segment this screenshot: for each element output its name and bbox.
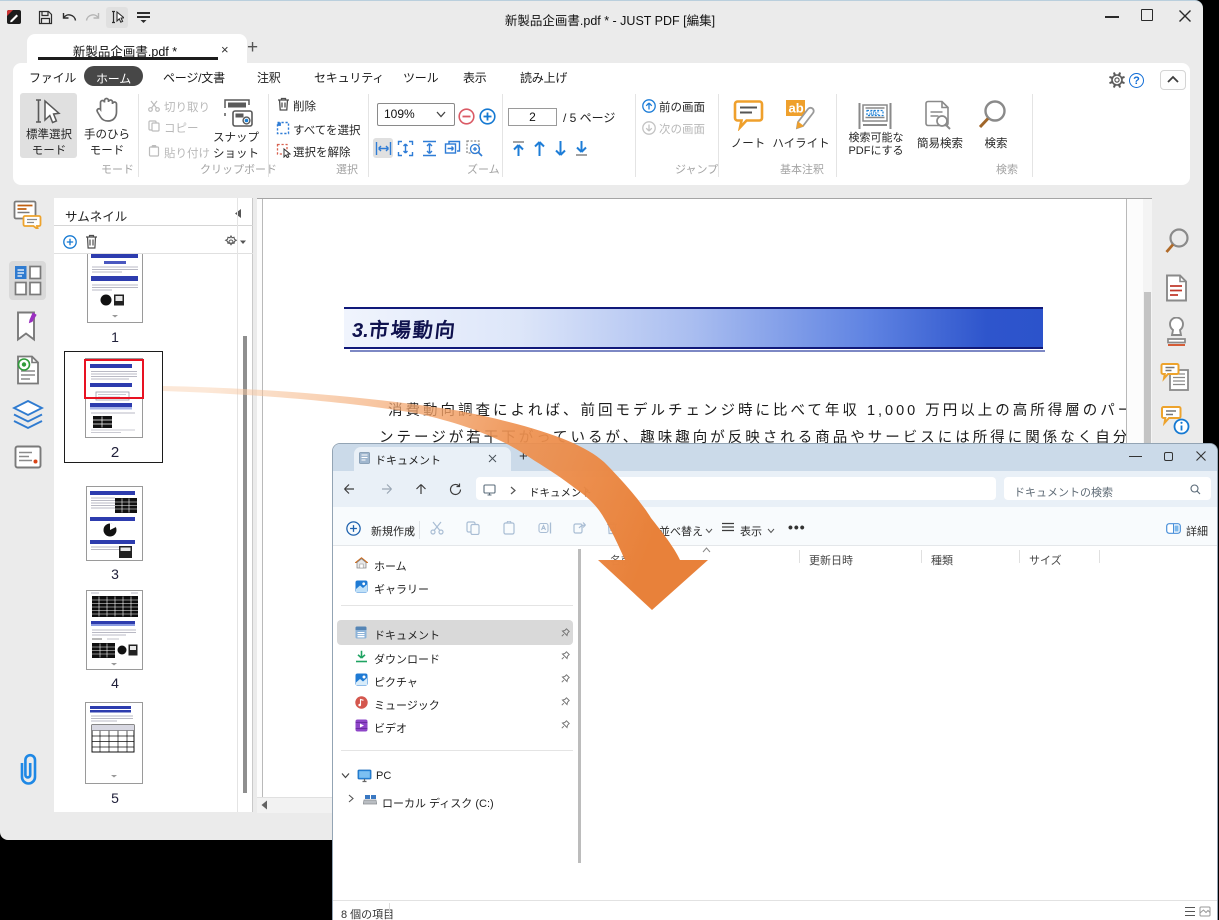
svg-text:ab: ab bbox=[789, 101, 804, 116]
svg-text:abc: abc bbox=[869, 110, 880, 117]
